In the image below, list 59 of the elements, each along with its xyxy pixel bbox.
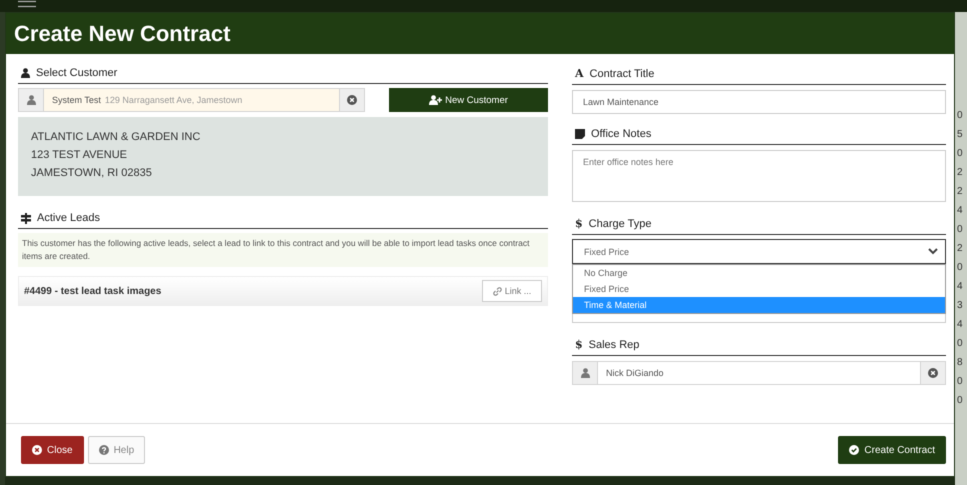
- link-button[interactable]: Link ...: [482, 280, 542, 302]
- user-icon: [580, 368, 590, 378]
- table-cell-text: 0: [956, 147, 964, 161]
- user-icon: [26, 95, 36, 105]
- close-icon: [32, 445, 42, 455]
- user-plus-icon: [429, 95, 442, 105]
- lead-row[interactable]: #4499 - test lead task images Link ...: [18, 276, 548, 306]
- address-line: 123 TEST AVENUE: [31, 149, 128, 162]
- close-button[interactable]: Close: [21, 436, 84, 464]
- address-line: JAMESTOWN, RI 02835: [31, 167, 153, 180]
- clear-icon[interactable]: [347, 95, 357, 105]
- create-contract-button[interactable]: Create Contract: [838, 436, 946, 464]
- clear-icon[interactable]: [928, 368, 938, 378]
- link-icon: [492, 286, 502, 296]
- table-cell-text: 0: [956, 375, 964, 389]
- table-cell-text: 0: [956, 337, 964, 351]
- office-notes-field[interactable]: Enter office notes here: [572, 150, 946, 202]
- section-heading: Select Customer: [36, 67, 118, 79]
- table-cell-text: 0: [956, 109, 964, 123]
- section-heading: Charge Type: [588, 218, 652, 230]
- dialog-title: Create New Contract: [14, 20, 230, 46]
- charge-type-select[interactable]: Fixed Price: [572, 239, 946, 264]
- customer-address: 129 Narragansett Ave, Jamestown: [104, 95, 242, 105]
- section-heading: Active Leads: [37, 212, 100, 224]
- section-heading: Contract Title: [590, 68, 654, 80]
- table-cell-text: 0: [956, 261, 964, 275]
- leads-note: This customer has the following active leads, select a lead to link to this contract and you will be able to import lead tasks once contract items are created.: [18, 233, 548, 267]
- section-heading: Sales Rep: [588, 338, 640, 350]
- contract-title-field[interactable]: Lawn Maintenance: [572, 90, 946, 114]
- check-icon: [849, 445, 860, 455]
- table-cell-text: 4: [956, 318, 964, 332]
- new-customer-button[interactable]: New Customer: [389, 88, 548, 112]
- help-icon: [98, 445, 109, 455]
- table-cell-text: 2: [956, 166, 964, 180]
- address-line: ATLANTIC LAWN & GARDEN INC: [31, 131, 202, 144]
- dropdown-option[interactable]: No Charge: [573, 265, 945, 281]
- note-icon: [575, 129, 585, 139]
- dollar-icon: $: [575, 217, 583, 230]
- font-icon: A: [575, 67, 584, 80]
- table-cell-text: 0: [956, 223, 964, 237]
- chevron-down-icon: [928, 248, 938, 255]
- lead-title: #4499 - test lead task images: [24, 286, 162, 296]
- table-cell-text: 2: [956, 242, 964, 256]
- table-cell-text: 4: [956, 280, 964, 294]
- section-heading: Office Notes: [591, 128, 652, 140]
- table-cell-text: 2: [956, 185, 964, 199]
- table-cell-text: 8: [956, 356, 964, 370]
- dropdown-option[interactable]: Fixed Price: [573, 281, 945, 297]
- table-cell-text: 5: [956, 128, 964, 142]
- user-icon: [21, 68, 30, 78]
- customer-field[interactable]: System Test 129 Narragansett Ave, Jamestown: [18, 88, 365, 112]
- table-cell-text: 4: [956, 204, 964, 218]
- customer-name: System Test: [52, 95, 101, 105]
- sales-rep-field[interactable]: Nick DiGiando: [572, 361, 946, 385]
- signpost-icon: [21, 212, 31, 224]
- dollar-icon: $: [575, 338, 583, 351]
- table-cell-text: 0: [956, 394, 964, 408]
- table-cell-text: 3: [956, 299, 964, 313]
- menu-icon[interactable]: [18, 0, 36, 8]
